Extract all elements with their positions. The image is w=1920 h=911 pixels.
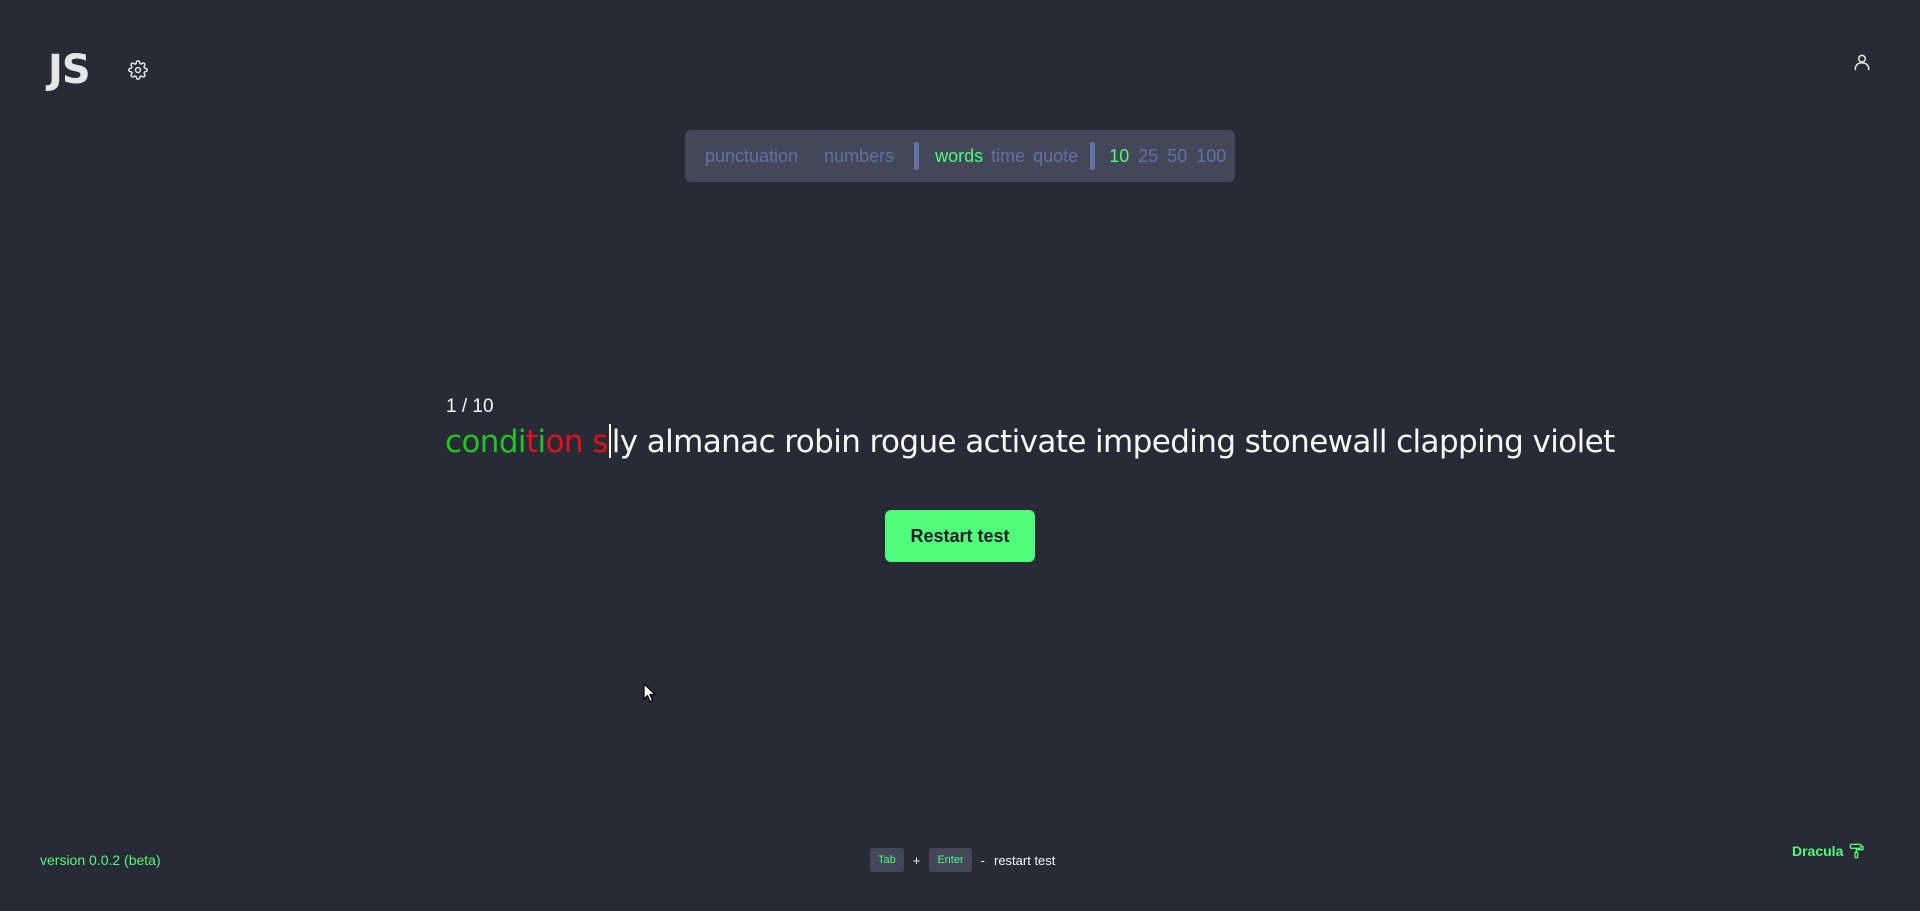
toggle-punctuation[interactable]: punctuation <box>705 146 798 167</box>
mode-time[interactable]: time <box>991 146 1025 167</box>
typing-words[interactable]: condition s ly almanac robin rogue activa… <box>445 422 1615 462</box>
restart-test-button[interactable]: Restart test <box>885 510 1035 562</box>
theme-name: Dracula <box>1792 843 1844 859</box>
typed-correct-text: condi <box>445 424 527 460</box>
text-caret <box>608 424 611 458</box>
remaining-words-text: ly almanac robin rogue activate impeding… <box>611 424 1616 460</box>
mode-quote[interactable]: quote <box>1033 146 1078 167</box>
test-config-bar: punctuation numbers words time quote 10 … <box>685 130 1235 182</box>
word-progress-counter: 1 / 10 <box>446 396 494 417</box>
typed-incorrect-text: t <box>525 424 538 460</box>
tab-key: Tab <box>870 848 904 872</box>
hint-dash: - <box>980 852 985 868</box>
enter-key: Enter <box>929 848 972 872</box>
hint-plus: + <box>912 852 921 868</box>
typed-incorrect-text: on s <box>545 424 609 460</box>
mouse-pointer-icon <box>643 683 656 703</box>
word-count-10[interactable]: 10 <box>1109 146 1129 167</box>
word-count-25[interactable]: 25 <box>1138 146 1158 167</box>
theme-switcher[interactable]: Dracula <box>1792 843 1865 859</box>
word-count-100[interactable]: 100 <box>1196 146 1226 167</box>
config-divider <box>914 142 920 170</box>
hint-text: restart test <box>993 852 1056 868</box>
word-count-50[interactable]: 50 <box>1167 146 1187 167</box>
user-icon[interactable] <box>1852 52 1872 72</box>
config-divider <box>1090 142 1096 170</box>
toggle-numbers[interactable]: numbers <box>824 146 894 167</box>
app-version: version 0.0.2 (beta) <box>40 852 161 868</box>
typed-correct-text: i <box>537 424 547 460</box>
logo[interactable]: JS <box>48 46 91 94</box>
gear-icon[interactable] <box>128 60 148 80</box>
keyboard-hint: Tab + Enter - restart test <box>870 848 1055 872</box>
app-root: JS punctuation numbers words time quote … <box>0 0 1920 911</box>
mode-words[interactable]: words <box>935 146 983 167</box>
paint-roller-icon <box>1850 843 1865 859</box>
